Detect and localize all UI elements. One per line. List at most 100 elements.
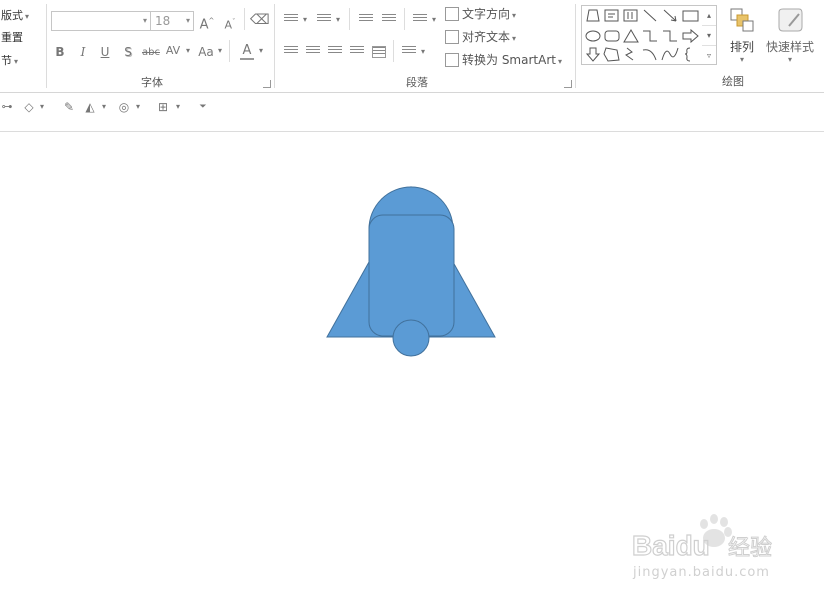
increase-indent-icon[interactable]: [382, 14, 396, 26]
section-label: 节: [1, 54, 12, 67]
chevron-down-icon: ▾: [512, 11, 517, 20]
change-case-button[interactable]: Aa: [196, 45, 216, 59]
text-direction-icon: [445, 7, 459, 21]
chevron-down-icon: ▾: [14, 57, 19, 66]
textbox-shape-icon: [604, 9, 619, 22]
gallery-scroll[interactable]: ▴ ▾ ▿: [702, 5, 717, 65]
clear-formatting-icon[interactable]: ⌫: [250, 13, 270, 27]
chevron-down-icon: ▾: [258, 46, 263, 55]
grow-font-icon[interactable]: A^: [199, 14, 215, 32]
ribbon: 版式 ▾ 重置 节 ▾ ▾ 18 ▾ A^ Aˇ ⌫ B I U S abc AV …: [0, 0, 824, 93]
gallery-more-icon[interactable]: ▿: [702, 46, 716, 66]
chevron-down-icon: ▾: [302, 15, 307, 24]
chevron-down-icon: ▾: [335, 15, 340, 24]
quick-toolbar: ⊶ ◇ ▾ ✎ ◭ ▾ ◎ ▾ ⊞ ▾ ⏷: [0, 94, 824, 120]
font-color-button[interactable]: A: [240, 44, 254, 60]
circle-shape[interactable]: [392, 319, 430, 357]
right-arrow-shape-icon: [682, 28, 699, 44]
vertical-textbox-shape-icon: [623, 9, 638, 22]
quick-styles-button[interactable]: 快速样式 ▾: [762, 6, 818, 64]
bold-button[interactable]: B: [54, 45, 66, 59]
align-text-button[interactable]: 对齐文本 ▾: [445, 28, 516, 45]
rectangle-shape-icon: [682, 10, 699, 22]
rounded-rect-shape-icon: [604, 30, 620, 42]
slides-group: 版式 ▾ 重置 节 ▾: [0, 0, 46, 93]
divider: [393, 40, 394, 62]
chevron-down-icon: ▾: [557, 57, 562, 66]
bullets-icon[interactable]: [284, 14, 298, 26]
font-size-value: 18: [155, 14, 171, 28]
arrow-line-shape-icon: [663, 9, 677, 22]
convert-smartart-button[interactable]: 转换为 SmartArt ▾: [445, 51, 562, 68]
shape-outline-icon[interactable]: ◭: [82, 100, 98, 114]
shapes-gallery[interactable]: [581, 5, 717, 65]
character-spacing-button[interactable]: AV: [163, 44, 183, 58]
chevron-down-icon: ▾: [25, 12, 30, 21]
chevron-down-icon: ▾: [512, 34, 517, 43]
font-group: ▾ 18 ▾ A^ Aˇ ⌫ B I U S abc AV ▾ Aa ▾ A ▾…: [47, 0, 274, 93]
pentagon-shape-icon: [603, 47, 620, 62]
numbering-icon[interactable]: [317, 14, 331, 26]
chevron-down-icon: ▾: [135, 102, 140, 111]
quick-styles-label: 快速样式: [765, 40, 814, 54]
chevron-down-icon: ▾: [101, 102, 106, 111]
italic-button[interactable]: I: [77, 45, 89, 59]
chevron-down-icon: ▾: [175, 102, 180, 111]
merge-shapes-icon[interactable]: ◎: [116, 100, 132, 114]
shadow-button[interactable]: S: [122, 45, 134, 59]
font-name-combo[interactable]: ▾: [51, 11, 151, 31]
divider: [404, 8, 405, 30]
paragraph-group-label: 段落: [406, 76, 428, 89]
justify-icon[interactable]: [350, 46, 364, 58]
decrease-indent-icon[interactable]: [359, 14, 373, 26]
watermark-suffix: 经验: [728, 536, 772, 561]
align-text-icon: [445, 30, 459, 44]
align-left-icon[interactable]: [284, 46, 298, 58]
shrink-font-icon[interactable]: Aˇ: [222, 15, 238, 33]
edit-shape-icon[interactable]: ✎: [61, 100, 77, 114]
customize-toolbar-icon[interactable]: ⏷: [198, 100, 208, 114]
smartart-label: 转换为 SmartArt: [462, 53, 556, 67]
chevron-down-icon: ▾: [431, 15, 436, 24]
shape-fill-icon[interactable]: ◇: [20, 100, 38, 114]
grid-icon[interactable]: ⊞: [155, 100, 171, 114]
layout-button[interactable]: 版式 ▾: [1, 7, 29, 23]
drawing-group-label: 绘图: [722, 75, 744, 88]
line-spacing-icon[interactable]: [413, 14, 427, 26]
freeform-shape-icon: [625, 47, 634, 61]
trapezoid-shape-icon: [586, 9, 600, 22]
align-right-icon[interactable]: [328, 46, 342, 58]
arc-shape-icon: [642, 49, 657, 61]
watermark-brand: Baidu: [632, 530, 710, 561]
underline-button[interactable]: U: [99, 45, 111, 59]
watermark-url: jingyan.baidu.com: [633, 565, 770, 580]
arrange-button[interactable]: 排列 ▾: [724, 6, 760, 64]
elbow-connector-shape-icon: [643, 30, 657, 42]
arrange-icon: [730, 8, 754, 32]
reset-button[interactable]: 重置: [1, 29, 23, 45]
section-button[interactable]: 节 ▾: [1, 52, 18, 68]
font-size-combo[interactable]: 18 ▾: [150, 11, 194, 31]
text-direction-button[interactable]: 文字方向 ▾: [445, 5, 516, 22]
layout-label: 版式: [1, 9, 23, 22]
dialog-launcher-icon[interactable]: [564, 80, 572, 88]
chevron-down-icon: ▾: [420, 47, 425, 56]
dialog-launcher-icon[interactable]: [263, 80, 271, 88]
chevron-down-icon: ▾: [185, 46, 190, 55]
divider: [244, 8, 245, 30]
align-center-icon[interactable]: [306, 46, 320, 58]
font-group-label: 字体: [141, 76, 163, 89]
rounded-rectangle-shape[interactable]: [368, 214, 455, 337]
chevron-down-icon: ▾: [787, 55, 792, 64]
connector-icon[interactable]: ⊶: [0, 100, 14, 114]
scroll-down-icon[interactable]: ▾: [702, 26, 716, 46]
paragraph-group: ▾ ▾ ▾ ▾ 文字方向 ▾ 对齐文本 ▾ 转换为 SmartArt ▾ 段落: [275, 0, 575, 93]
distributed-icon[interactable]: [372, 46, 386, 58]
columns-icon[interactable]: [402, 46, 416, 58]
arrange-label: 排列: [729, 40, 754, 54]
strikethrough-button[interactable]: abc: [141, 46, 161, 60]
line-shape-icon: [643, 9, 657, 22]
text-direction-label: 文字方向: [462, 7, 511, 21]
scroll-up-icon[interactable]: ▴: [702, 6, 716, 26]
brace-shape-icon: [684, 47, 691, 62]
